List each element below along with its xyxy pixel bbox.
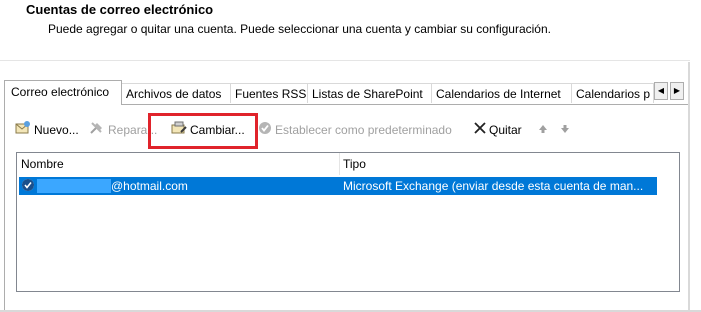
arrow-up-icon: [538, 121, 548, 139]
checkmark-circle-icon: [258, 121, 272, 140]
tab-internet-calendars[interactable]: Calendarios de Internet: [431, 83, 572, 103]
redacted-email-user: [37, 179, 111, 193]
header-divider: [0, 60, 690, 61]
tab-sharepoint-lists[interactable]: Listas de SharePoint: [307, 83, 432, 103]
account-name: @hotmail.com: [111, 179, 188, 193]
move-down-button[interactable]: [560, 121, 570, 139]
page-title: Cuentas de correo electrónico: [26, 2, 214, 17]
close-icon: [474, 121, 486, 139]
repair-icon: [89, 121, 105, 140]
account-list[interactable]: Nombre Tipo @hotmail.com Microsoft Excha…: [16, 152, 680, 292]
remove-button[interactable]: Quitar: [474, 121, 522, 139]
tab-data-files[interactable]: Archivos de datos: [121, 83, 231, 103]
tab-scroll-left-icon[interactable]: ◀: [654, 82, 668, 100]
list-item[interactable]: @hotmail.com Microsoft Exchange (enviar …: [19, 177, 657, 195]
page-subtitle: Puede agregar o quitar una cuenta. Puede…: [48, 22, 551, 36]
tab-rss-feeds[interactable]: Fuentes RSS: [230, 83, 308, 103]
column-header-type[interactable]: Tipo: [339, 153, 639, 175]
new-button[interactable]: Nuevo...: [15, 120, 79, 140]
default-account-check-icon: [22, 179, 34, 191]
tab-email[interactable]: Correo electrónico: [4, 80, 122, 105]
tab-published-calendars[interactable]: Calendarios p: [571, 83, 654, 103]
arrow-down-icon: [560, 121, 570, 139]
tab-scroll-right-icon[interactable]: ▶: [670, 82, 684, 100]
new-account-icon: [15, 120, 31, 140]
tab-strip: Correo electrónico Archivos de datos Fue…: [4, 80, 688, 105]
change-button-highlight: [148, 113, 258, 149]
header: Cuentas de correo electrónico Puede agre…: [0, 0, 690, 62]
remove-button-label: Quitar: [489, 123, 522, 137]
move-up-button[interactable]: [538, 121, 548, 139]
account-type: Microsoft Exchange (enviar desde esta cu…: [343, 179, 644, 193]
set-default-button-label: Establecer como predeterminado: [275, 123, 452, 137]
column-header-name[interactable]: Nombre: [17, 153, 339, 175]
new-button-label: Nuevo...: [34, 123, 79, 137]
set-default-button[interactable]: Establecer como predeterminado: [258, 121, 452, 139]
